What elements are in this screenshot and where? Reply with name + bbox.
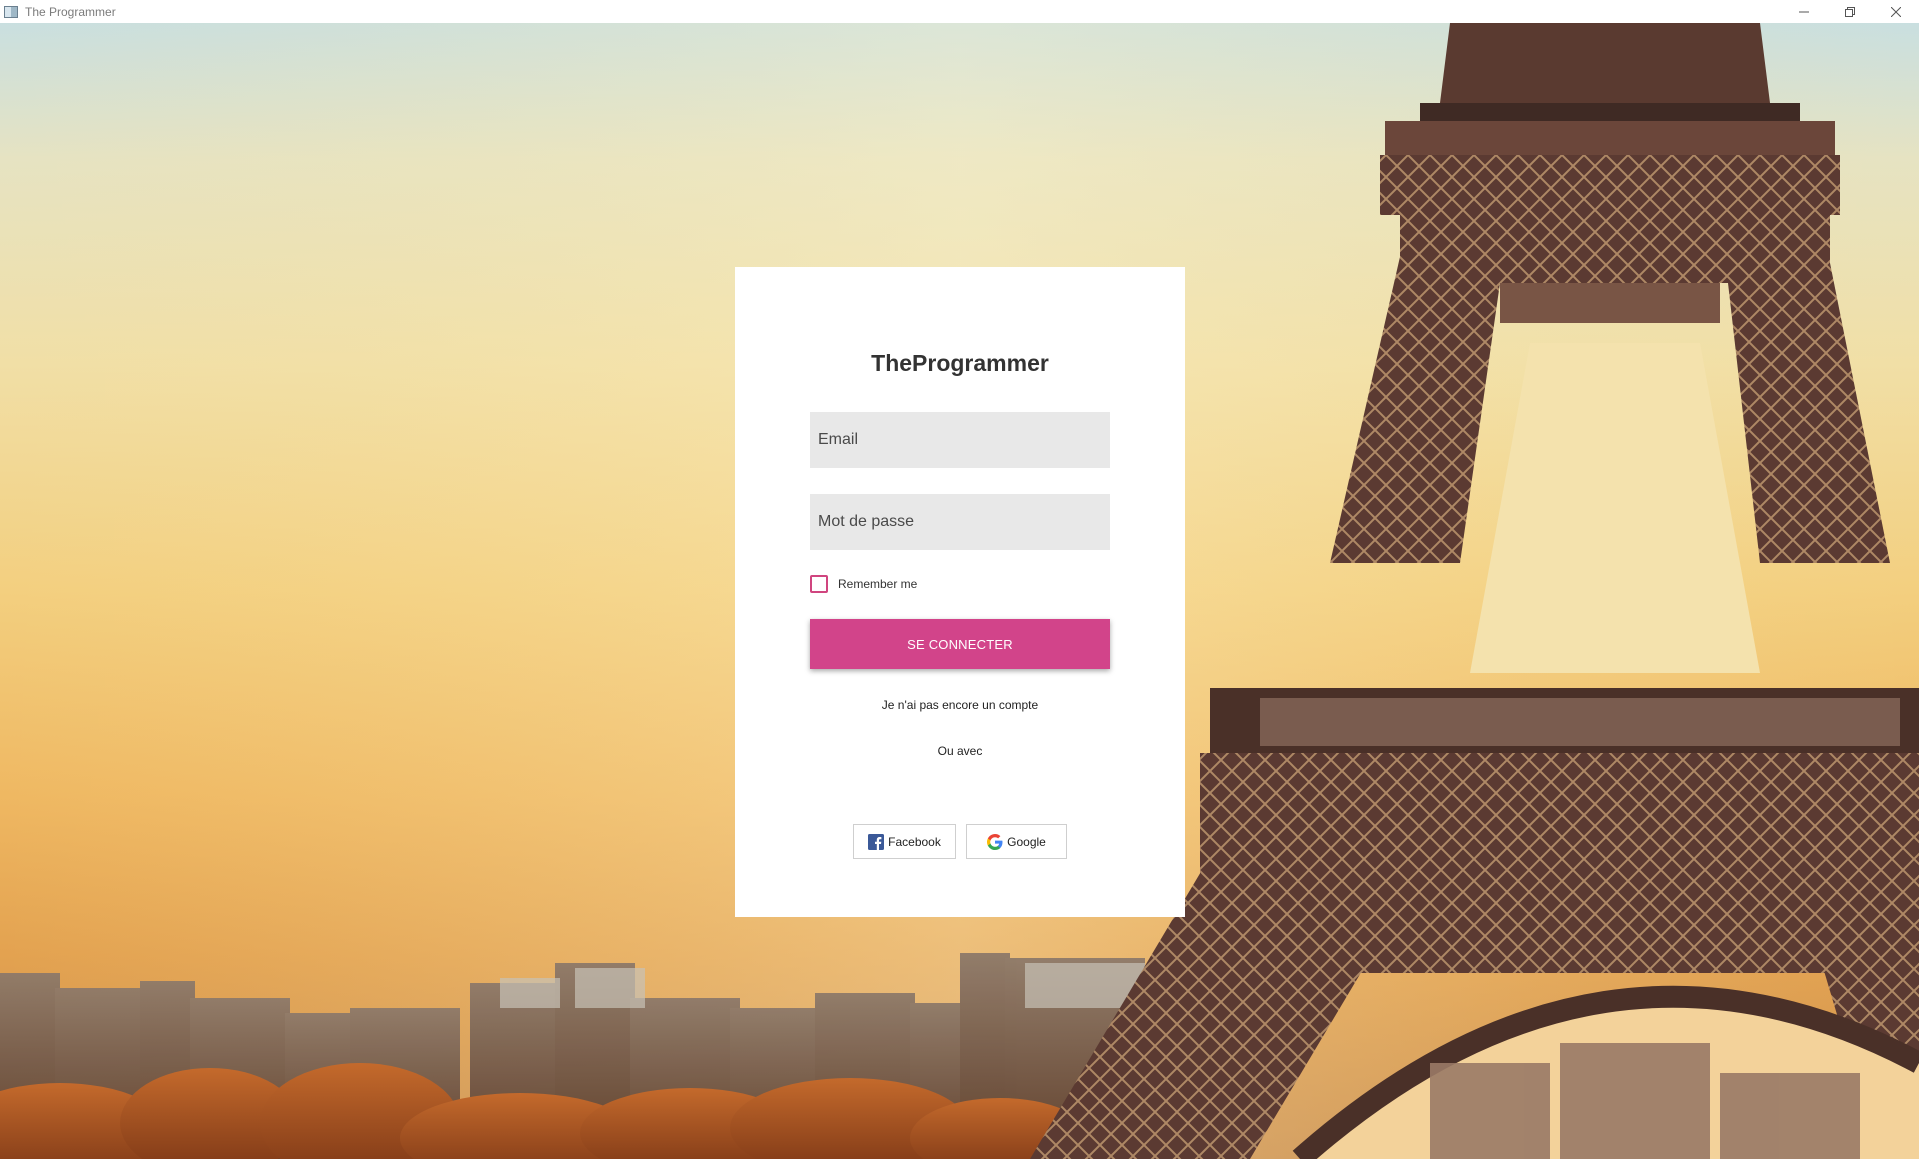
app-window: The Programmer TheProgrammer Email Remem… xyxy=(0,0,1919,1159)
title-bar[interactable]: The Programmer xyxy=(0,0,1919,23)
app-brand-title: TheProgrammer xyxy=(871,350,1049,376)
signup-link[interactable]: Je n'ai pas encore un compte xyxy=(735,698,1185,712)
password-field[interactable] xyxy=(810,494,1110,550)
close-icon xyxy=(1891,6,1901,17)
remember-me-label: Remember me xyxy=(838,577,918,591)
google-label: Google xyxy=(1007,834,1046,849)
window-controls xyxy=(1781,0,1919,23)
facebook-label: Facebook xyxy=(888,834,941,849)
login-card: TheProgrammer Remember me SE CONNECTER J… xyxy=(735,267,1185,917)
login-button[interactable]: SE CONNECTER xyxy=(810,619,1110,669)
restore-icon xyxy=(1845,6,1855,17)
remember-me-checkbox[interactable] xyxy=(810,575,828,593)
restore-button[interactable] xyxy=(1827,0,1873,23)
app-window-icon xyxy=(4,5,18,18)
minimize-icon xyxy=(1799,11,1809,12)
google-icon xyxy=(987,833,1003,850)
facebook-icon xyxy=(868,833,885,850)
google-login-button[interactable]: Google xyxy=(966,824,1067,859)
remember-me-row[interactable]: Remember me xyxy=(810,575,917,593)
email-field[interactable] xyxy=(810,412,1110,468)
minimize-button[interactable] xyxy=(1781,0,1827,23)
window-title: The Programmer xyxy=(25,4,116,19)
or-with-label: Ou avec xyxy=(937,744,983,758)
facebook-login-button[interactable]: Facebook xyxy=(853,824,956,859)
close-button[interactable] xyxy=(1873,0,1919,23)
